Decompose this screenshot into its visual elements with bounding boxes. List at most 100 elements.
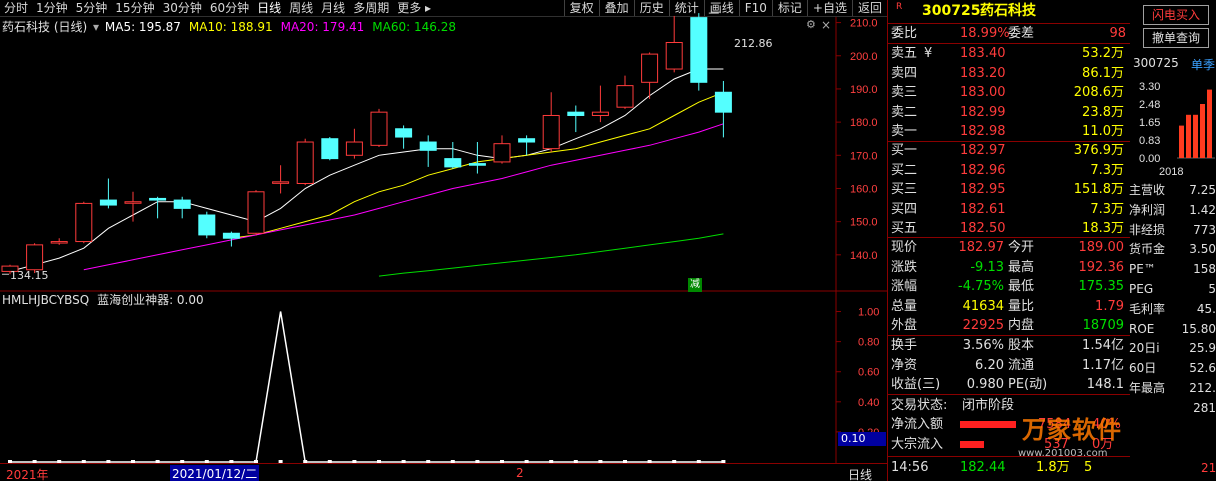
quote-header: R 300725 药石科技: [888, 2, 1130, 22]
candle-body: [419, 141, 437, 151]
trading-terminal: 分时 1分钟 5分钟 15分钟 30分钟 60分钟 日线 周线 月线 多周期 更多 ▸ 复权 叠加 历史…: [0, 0, 1216, 481]
candle[interactable]: [444, 142, 462, 169]
tab-single-quarter[interactable]: 单季: [1191, 56, 1215, 73]
indicator-name: 蓝海创业神器: 0.00: [97, 293, 204, 307]
candle-body: [468, 163, 486, 166]
indicator-line: [10, 311, 724, 463]
candle-body: [493, 143, 511, 163]
reduce-badge[interactable]: 减: [688, 278, 702, 292]
bid-price: 182.50: [960, 221, 1006, 236]
ask-row[interactable]: 卖三 183.00 208.6万: [888, 83, 1130, 102]
candle[interactable]: [296, 138, 314, 186]
ask-row[interactable]: 卖二 182.99 23.8万: [888, 103, 1130, 122]
candle-body: [99, 199, 117, 206]
candle[interactable]: [567, 105, 585, 133]
bar-tick-label: 3.30: [1139, 81, 1160, 93]
panel-code: 300725: [1133, 56, 1179, 70]
candle[interactable]: [714, 80, 732, 138]
candle[interactable]: [345, 128, 363, 159]
flash-buy-button[interactable]: 闪电买入: [1143, 5, 1209, 25]
fin-value: 6.20: [975, 357, 1004, 373]
ask-volume: 208.6万: [1073, 85, 1124, 100]
metric-row: 281: [1129, 399, 1216, 418]
candle[interactable]: [99, 178, 117, 209]
indicator-tick-label: 1.00: [858, 307, 879, 319]
candle[interactable]: [50, 238, 68, 245]
candle-body: [690, 17, 708, 83]
weibi-row: 委比 18.99% 委差 98: [891, 26, 1126, 41]
bid-row[interactable]: 买四 182.61 7.3万: [888, 200, 1130, 219]
candle[interactable]: [198, 211, 216, 239]
candle[interactable]: [419, 135, 437, 167]
candle[interactable]: [124, 191, 142, 222]
candle-body: [370, 111, 388, 146]
bar-tick-label: 0.83: [1139, 135, 1160, 147]
quarter-bar: [1179, 125, 1184, 158]
indicator-title[interactable]: HMLHJBCYBSQ: [2, 293, 89, 307]
candle[interactable]: [149, 196, 167, 219]
bid-row[interactable]: 买二 182.96 7.3万: [888, 161, 1130, 180]
stat-value: 1.79: [1095, 298, 1124, 314]
ask-volume: 23.8万: [1082, 104, 1124, 120]
bid-volume: 376.9万: [1073, 143, 1124, 158]
candle[interactable]: [690, 13, 708, 91]
candle[interactable]: [591, 85, 609, 123]
fin-value: 3.56%: [962, 338, 1004, 353]
bid-volume: 151.8万: [1073, 182, 1124, 197]
metric-value: 45.: [1196, 301, 1216, 316]
ask-row[interactable]: 卖四 183.20 86.1万: [888, 64, 1130, 83]
price-tick-label: 210.0: [850, 18, 878, 30]
bid-row[interactable]: 买五 182.50 18.3万: [888, 219, 1130, 238]
quarter-bar: [1193, 114, 1198, 158]
bid-volume: 7.3万: [1090, 201, 1124, 217]
candle-body: [124, 201, 142, 204]
ask-row[interactable]: 卖五 ¥183.40 53.2万: [888, 44, 1130, 63]
candle[interactable]: [493, 135, 511, 164]
fin-value: 1.54亿: [1082, 338, 1124, 353]
metric-value: 7.25: [1189, 183, 1216, 197]
bid-volume: 18.3万: [1082, 221, 1124, 236]
candle-body: [50, 241, 68, 244]
bid-price: 182.61: [960, 201, 1006, 217]
bar-tick-label: 2.48: [1139, 99, 1160, 111]
cancel-query-button[interactable]: 撤单查询: [1143, 28, 1209, 48]
fin-value: 0.980: [966, 377, 1004, 392]
bid-row[interactable]: 买一 182.97 376.9万: [888, 141, 1130, 160]
candle[interactable]: [395, 125, 413, 149]
candle-body: [75, 202, 93, 243]
quote-panel: R 300725 药石科技 委比 18.99% 委差 98 卖五 ¥183.40 5…: [887, 0, 1130, 481]
price-tick-label: 170.0: [850, 150, 878, 162]
candle[interactable]: [173, 196, 191, 219]
candle[interactable]: [468, 142, 486, 174]
period-label: 日线: [848, 468, 873, 481]
candle[interactable]: [321, 137, 339, 161]
date-label-cursor: 2021/01/12/二: [170, 465, 260, 481]
price-chart[interactable]: 210.0 200.0 190.0 180.0 170.0 160.0 150.0 140.0…: [0, 0, 887, 481]
metric-value: 3.50: [1189, 242, 1216, 257]
candle[interactable]: [272, 165, 290, 194]
ask-price: 183.00: [960, 85, 1006, 100]
stat-row: 涨跌 -9.13 最高 192.36: [891, 259, 1124, 275]
fin-value: 148.1: [1086, 377, 1124, 392]
candle[interactable]: [247, 190, 265, 235]
metric-value: 5: [1208, 282, 1216, 296]
candle[interactable]: [665, 15, 683, 73]
ask-volume: 53.2万: [1082, 46, 1124, 61]
candle[interactable]: [616, 75, 634, 109]
stat-row: 涨幅 -4.75% 最低 175.35: [891, 279, 1124, 294]
watermark-logo: 万家软件 www.201003.com: [1006, 408, 1130, 466]
ask-price: 182.98: [960, 124, 1006, 139]
bid-row[interactable]: 买三 182.95 151.8万: [888, 180, 1130, 199]
quarter-bar: [1200, 104, 1205, 158]
metric-row: 货币金 3.50: [1129, 240, 1216, 259]
candle[interactable]: [370, 108, 388, 147]
weicha-value: 98: [1109, 26, 1126, 41]
ask-row[interactable]: 卖一 182.98 11.0万: [888, 122, 1130, 141]
candle[interactable]: [518, 135, 536, 156]
candle[interactable]: [542, 92, 560, 152]
stat-value: 18709: [1082, 318, 1124, 333]
r-mark: R: [896, 2, 903, 12]
metric-row: 20日i 25.9: [1129, 339, 1216, 358]
candle[interactable]: [75, 201, 93, 244]
indicator-value-box: 0.10: [838, 432, 886, 446]
